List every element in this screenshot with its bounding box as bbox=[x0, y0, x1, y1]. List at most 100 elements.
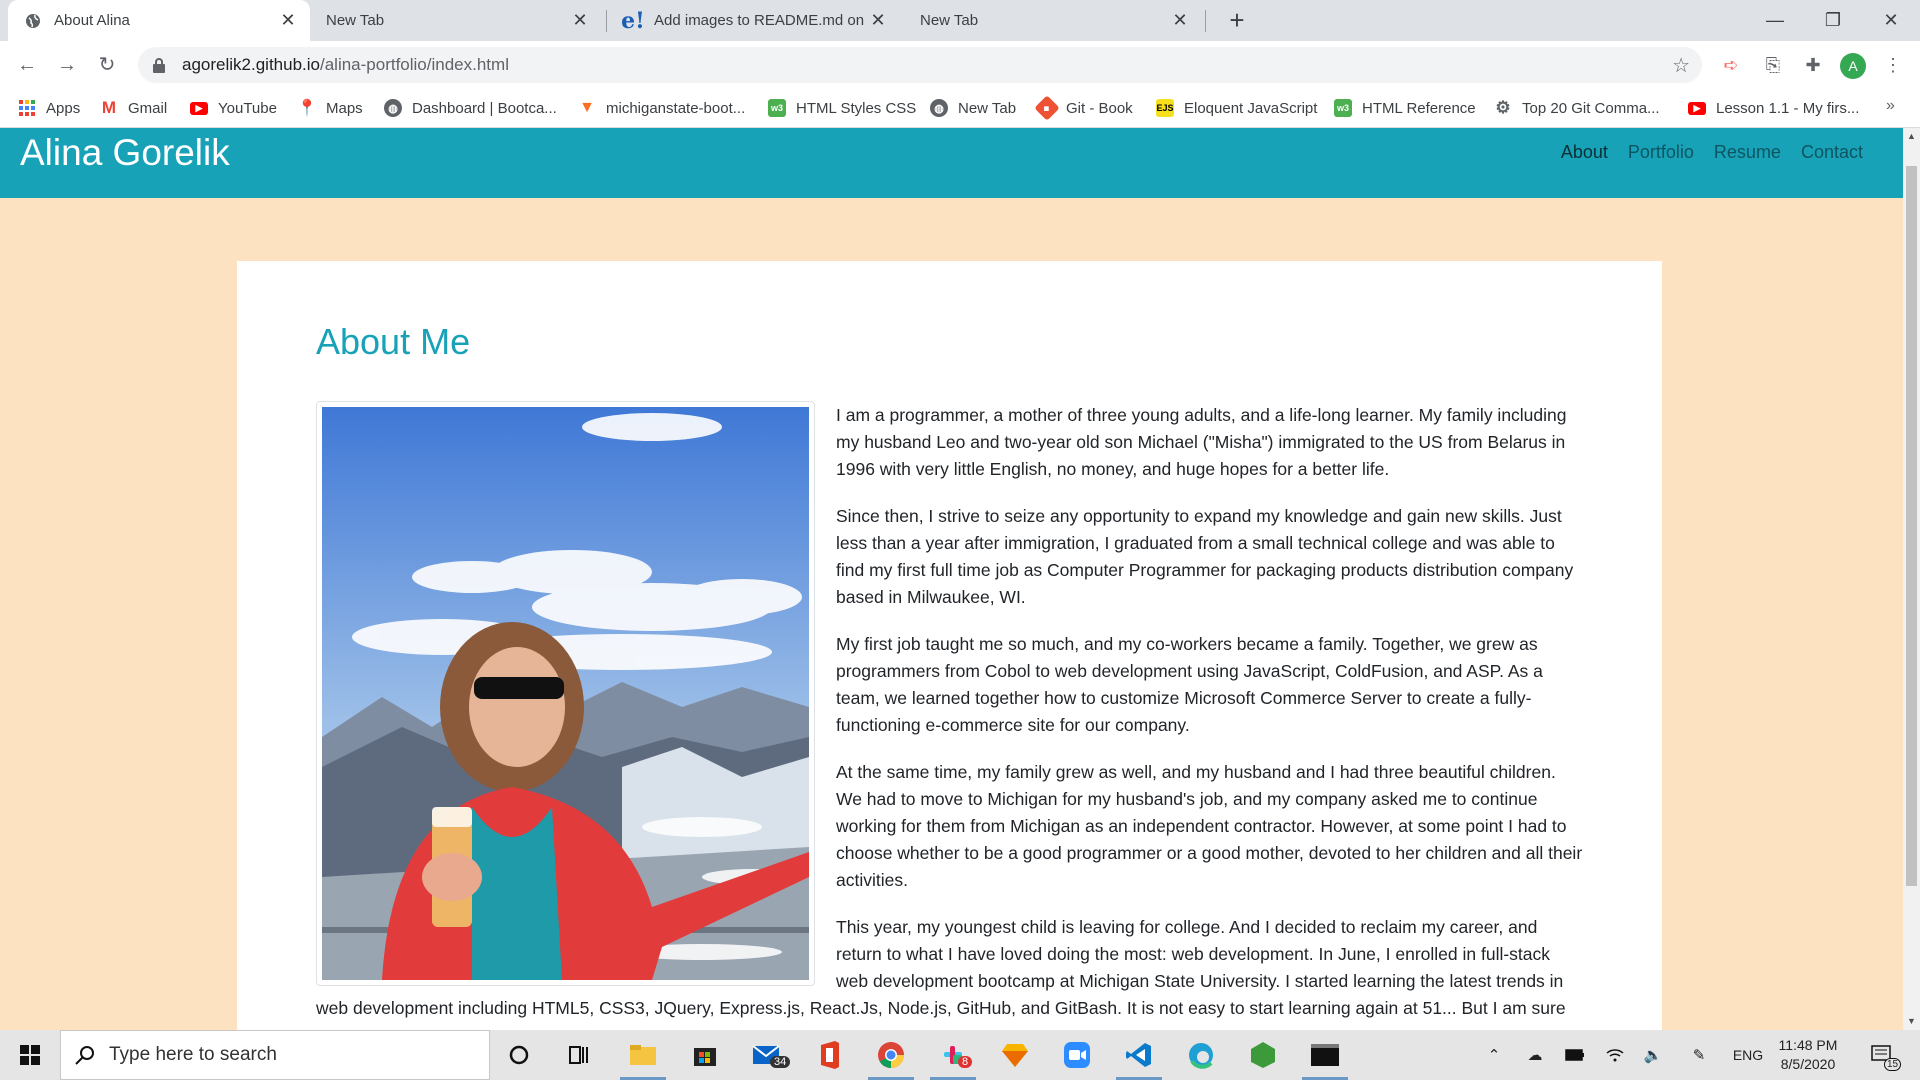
youtube-icon: ▶ bbox=[190, 101, 208, 115]
page-scrollbar[interactable]: ▲ ▼ bbox=[1903, 128, 1920, 1030]
about-card: About Me I am a programmer, a mother of … bbox=[237, 261, 1662, 1030]
lock-icon bbox=[153, 58, 165, 73]
edge-icon[interactable] bbox=[1172, 1030, 1230, 1080]
battery-icon[interactable] bbox=[1560, 1030, 1590, 1080]
wifi-icon[interactable] bbox=[1600, 1030, 1630, 1080]
chrome-icon[interactable] bbox=[862, 1030, 920, 1080]
bookmark-star-icon[interactable]: ☆ bbox=[1672, 53, 1690, 78]
more-menu-icon[interactable]: ⋮ bbox=[1880, 52, 1906, 78]
profile-avatar[interactable]: A bbox=[1840, 53, 1866, 79]
bookmark-eloquent-js[interactable]: EJS Eloquent JavaScript bbox=[1156, 89, 1317, 127]
more-bookmarks-chevron-icon[interactable]: » bbox=[1886, 97, 1895, 115]
forward-arrow-icon[interactable]: → bbox=[53, 51, 81, 79]
nodejs-hexagon-icon[interactable] bbox=[1234, 1030, 1292, 1080]
bookmark-label: YouTube bbox=[218, 99, 277, 117]
close-tab-icon[interactable]: ✕ bbox=[570, 10, 590, 31]
tab-title: About Alina bbox=[54, 12, 130, 29]
restore-icon[interactable]: ❐ bbox=[1810, 4, 1856, 36]
extension-arrow-icon[interactable]: ➪ bbox=[1718, 52, 1744, 78]
close-window-icon[interactable]: ✕ bbox=[1868, 4, 1914, 36]
bookmark-gmail[interactable]: M Gmail bbox=[100, 89, 167, 127]
bookmarks-bar: Apps M Gmail ▶ YouTube 📍 Maps ◍ Dashboar… bbox=[0, 89, 1920, 128]
minimize-icon[interactable]: — bbox=[1752, 4, 1798, 36]
settings-gear-icon: ⚙ bbox=[1495, 98, 1511, 117]
zoom-icon[interactable] bbox=[1048, 1030, 1106, 1080]
sketch-diamond-icon[interactable] bbox=[986, 1030, 1044, 1080]
bookmark-dashboard[interactable]: ◍ Dashboard | Bootca... bbox=[384, 89, 557, 127]
tab-divider bbox=[606, 10, 607, 32]
show-hidden-icons-chevron-icon[interactable]: ⌃ bbox=[1482, 1030, 1506, 1080]
system-clock[interactable]: 11:48 PM 8/5/2020 bbox=[1768, 1036, 1848, 1074]
tab-readme-images[interactable]: e! Add images to README.md on G ✕ bbox=[608, 0, 900, 41]
task-view-icon[interactable] bbox=[550, 1030, 608, 1080]
apps-grid-icon bbox=[18, 99, 36, 117]
new-tab-plus-icon[interactable]: + bbox=[1222, 6, 1252, 36]
tab-about-alina[interactable]: About Alina ✕ bbox=[8, 0, 310, 41]
volume-icon[interactable]: 🔈 bbox=[1638, 1030, 1668, 1080]
gitlab-fox-icon: ▼ bbox=[579, 99, 595, 116]
puzzle-extensions-icon[interactable]: ✚ bbox=[1800, 52, 1826, 78]
globe-icon: ◍ bbox=[930, 99, 948, 117]
cortana-icon[interactable] bbox=[490, 1030, 548, 1080]
mail-icon[interactable]: 34 bbox=[738, 1030, 796, 1080]
nav-resume[interactable]: Resume bbox=[1704, 142, 1791, 163]
clipboard-extension-icon[interactable]: ⎘ bbox=[1760, 52, 1786, 78]
tab-title: New Tab bbox=[326, 12, 385, 29]
slack-icon[interactable]: 8 bbox=[924, 1030, 982, 1080]
bookmark-new-tab[interactable]: ◍ New Tab bbox=[930, 89, 1016, 127]
bookmark-git-commands[interactable]: ⚙ Top 20 Git Comma... bbox=[1494, 89, 1660, 127]
vscode-icon[interactable] bbox=[1110, 1030, 1168, 1080]
pen-workspace-icon[interactable]: ✎ bbox=[1684, 1030, 1714, 1080]
address-bar[interactable]: agorelik2.github.io/alina-portfolio/inde… bbox=[138, 47, 1702, 83]
nav-portfolio[interactable]: Portfolio bbox=[1618, 142, 1704, 163]
store-icon[interactable] bbox=[676, 1030, 734, 1080]
search-icon bbox=[75, 1046, 94, 1065]
bookmark-git-book[interactable]: ◆ Git - Book bbox=[1034, 89, 1133, 127]
office-icon[interactable] bbox=[800, 1030, 858, 1080]
tab-strip: About Alina ✕ New Tab ✕ e! Add images to… bbox=[0, 0, 1920, 41]
bookmark-lesson[interactable]: ▶ Lesson 1.1 - My firs... bbox=[1688, 89, 1859, 127]
file-explorer-icon[interactable] bbox=[614, 1030, 672, 1080]
back-arrow-icon[interactable]: ← bbox=[13, 51, 41, 79]
git-icon: ◆ bbox=[1034, 95, 1060, 121]
tab-title: New Tab bbox=[920, 12, 979, 29]
nav-about[interactable]: About bbox=[1551, 142, 1618, 163]
tab-new-tab-1[interactable]: New Tab ✕ bbox=[310, 0, 602, 41]
bookmark-label: New Tab bbox=[958, 99, 1017, 117]
mail-badge: 34 bbox=[770, 1056, 791, 1068]
scrollbar-thumb[interactable] bbox=[1906, 166, 1917, 886]
bookmark-label: Gmail bbox=[128, 99, 168, 117]
windows-start-icon[interactable] bbox=[0, 1030, 60, 1080]
tab-divider bbox=[1205, 10, 1206, 32]
notifications-icon[interactable]: 15 bbox=[1862, 1030, 1902, 1080]
clock-time: 11:48 PM bbox=[1778, 1037, 1838, 1053]
close-tab-icon[interactable]: ✕ bbox=[1170, 10, 1190, 31]
scroll-down-arrow-icon[interactable]: ▼ bbox=[1903, 1013, 1920, 1030]
clock-date: 8/5/2020 bbox=[1780, 1056, 1836, 1072]
bookmark-maps[interactable]: 📍 Maps bbox=[297, 89, 363, 127]
bookmark-label: Top 20 Git Comma... bbox=[1522, 99, 1660, 117]
youtube-icon: ▶ bbox=[1688, 101, 1706, 115]
terminal-icon[interactable] bbox=[1296, 1030, 1354, 1080]
url-text: agorelik2.github.io/alina-portfolio/inde… bbox=[182, 55, 509, 74]
reload-icon[interactable]: ↻ bbox=[93, 51, 121, 79]
globe-icon: ◍ bbox=[384, 99, 402, 117]
scroll-up-arrow-icon[interactable]: ▲ bbox=[1903, 128, 1920, 145]
gmail-icon: M bbox=[101, 98, 117, 117]
bookmark-apps[interactable]: Apps bbox=[18, 89, 80, 127]
onedrive-cloud-icon[interactable]: ☁ bbox=[1520, 1030, 1550, 1080]
language-indicator[interactable]: ENG bbox=[1728, 1030, 1768, 1080]
nav-contact[interactable]: Contact bbox=[1791, 142, 1873, 163]
bookmark-html-reference[interactable]: w3 HTML Reference bbox=[1334, 89, 1476, 127]
close-tab-icon[interactable]: ✕ bbox=[868, 10, 888, 31]
bookmark-label: Apps bbox=[46, 99, 81, 117]
taskbar-search[interactable]: Type here to search bbox=[60, 1030, 490, 1080]
close-tab-icon[interactable]: ✕ bbox=[278, 10, 298, 31]
tab-new-tab-2[interactable]: New Tab ✕ bbox=[904, 0, 1202, 41]
bookmark-michiganstate[interactable]: ▼ michiganstate-boot... bbox=[578, 89, 745, 127]
bookmark-youtube[interactable]: ▶ YouTube bbox=[190, 89, 277, 127]
globe-icon bbox=[24, 12, 42, 30]
browser-toolbar: ← → ↻ agorelik2.github.io/alina-portfoli… bbox=[0, 41, 1920, 89]
site-name-link[interactable]: Alina Gorelik bbox=[20, 128, 230, 178]
bookmark-html-styles[interactable]: w3 HTML Styles CSS bbox=[768, 89, 916, 127]
